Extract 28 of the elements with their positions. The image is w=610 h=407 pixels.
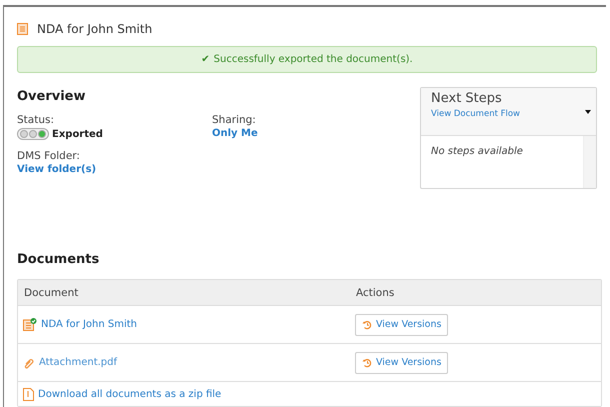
view-versions-button[interactable]: View Versions — [355, 314, 448, 336]
view-versions-button[interactable]: View Versions — [355, 352, 448, 374]
file-icon — [23, 388, 34, 400]
folder-link[interactable]: View folder(s) — [17, 164, 212, 175]
field-label: DMS Folder: — [17, 150, 81, 162]
paperclip-icon — [23, 356, 35, 368]
section-heading: Overview — [17, 89, 87, 104]
section-heading: Documents — [17, 252, 100, 267]
alert-message: Successfully exported the document(s). — [214, 54, 413, 65]
field-label: Status: — [17, 114, 55, 126]
document-link[interactable]: NDA for John Smith — [41, 319, 138, 330]
download-zip-link[interactable]: Download all documents as a zip file — [38, 388, 222, 400]
history-icon — [362, 358, 372, 368]
column-header: Actions — [355, 286, 396, 298]
document-flow-link[interactable]: View Document Flow — [431, 109, 586, 119]
field-label: Sharing: — [212, 114, 257, 126]
history-icon — [362, 320, 372, 330]
column-header: Document — [23, 286, 80, 298]
empty-message: No steps available — [430, 145, 524, 159]
document-icon — [17, 23, 28, 35]
scrollbar[interactable] — [583, 136, 596, 188]
caret-icon[interactable] — [585, 110, 591, 114]
status-value: Exported — [52, 128, 103, 140]
check-icon: ✔ — [201, 54, 210, 65]
page-title: NDA for John Smith — [37, 22, 152, 36]
sharing-link[interactable]: Only Me — [212, 128, 362, 139]
panel-title: Next Steps — [431, 91, 503, 106]
document-link[interactable]: Attachment.pdf — [39, 357, 118, 368]
